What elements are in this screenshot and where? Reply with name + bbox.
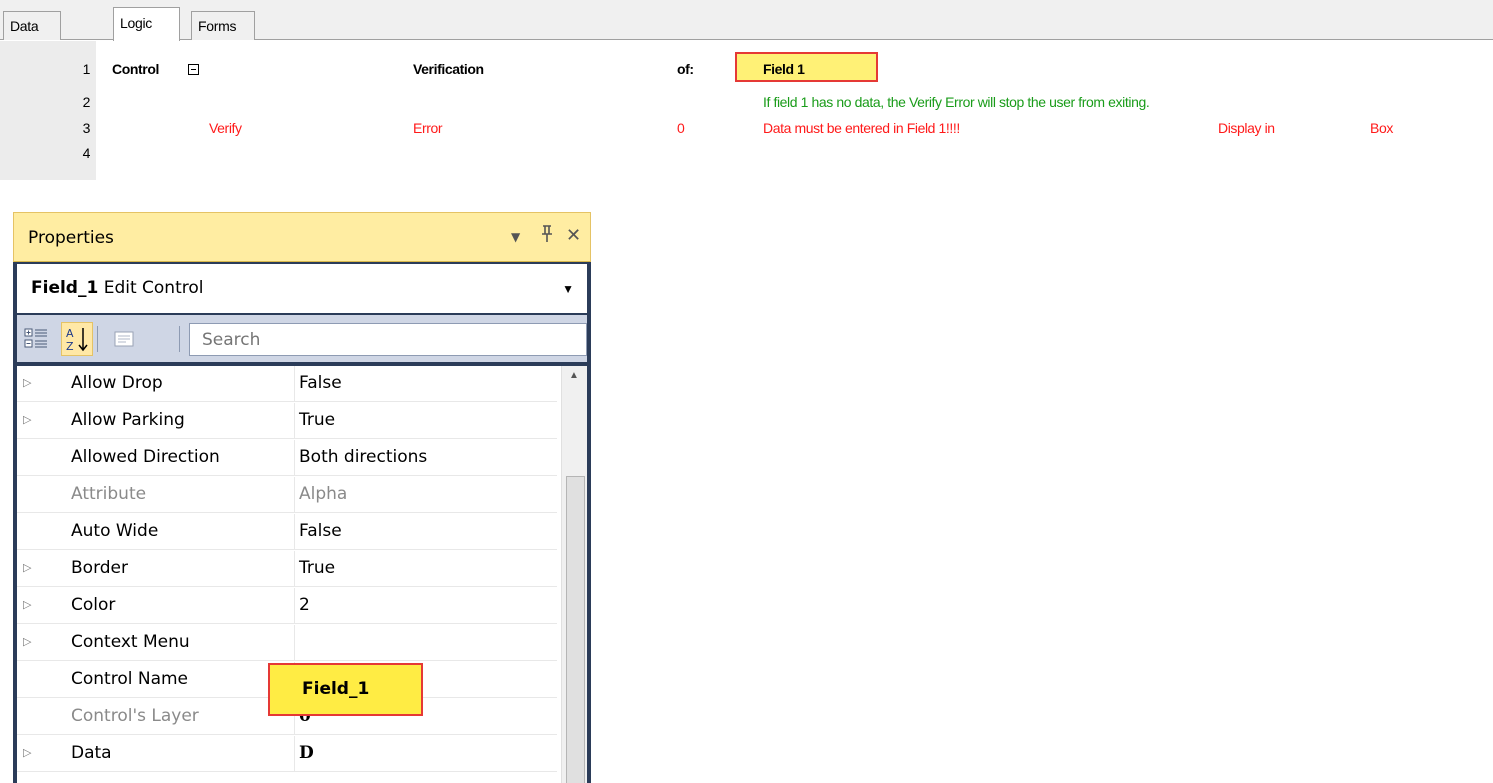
property-row-auto-wide[interactable]: Auto Wide False <box>17 514 557 550</box>
code-line-1[interactable]: 1 Control Verification of: Field 1 <box>0 58 1493 81</box>
panel-titlebar: Properties ▼ ✕ <box>13 212 591 262</box>
property-name: Allow Parking <box>71 410 185 430</box>
column-divider <box>294 588 295 624</box>
sort-alphabetical-icon[interactable]: A Z <box>61 322 93 356</box>
pin-icon[interactable] <box>540 225 554 248</box>
column-divider <box>294 477 295 513</box>
code-line-2[interactable]: 2 If field 1 has no data, the Verify Err… <box>0 91 1493 114</box>
expand-icon[interactable]: ▷ <box>23 413 31 426</box>
line-number: 1 <box>82 61 91 77</box>
command-verify: Verify <box>209 120 242 136</box>
object-name: Field_1 <box>31 278 99 298</box>
close-icon[interactable]: ✕ <box>566 225 581 246</box>
command-error: Error <box>413 120 443 136</box>
property-row-color[interactable]: ▷ Color 2 <box>17 588 557 624</box>
expand-icon[interactable]: ▷ <box>23 376 31 389</box>
toolbar-separator <box>97 326 98 352</box>
property-value: Alpha <box>299 484 348 504</box>
property-name: Allow Drop <box>71 373 163 393</box>
search-box[interactable] <box>189 323 587 356</box>
column-divider <box>294 440 295 476</box>
code-line-4[interactable]: 4 <box>0 142 1493 165</box>
expand-icon[interactable]: ▷ <box>23 746 31 759</box>
tab-forms[interactable]: Forms <box>191 11 255 40</box>
panel-title: Properties <box>28 228 114 248</box>
property-name: Data <box>71 743 112 763</box>
window-position-dropdown-icon[interactable]: ▼ <box>511 230 520 244</box>
property-name: Auto Wide <box>71 521 159 541</box>
control-name-value[interactable]: Field_1 <box>302 679 369 699</box>
tab-data-view[interactable]: Data View <box>3 11 61 63</box>
property-value[interactable]: False <box>299 521 342 541</box>
command-keyword: of: <box>677 61 694 77</box>
vertical-scrollbar[interactable]: ▲ <box>561 366 587 783</box>
svg-text:A: A <box>66 327 74 340</box>
column-divider <box>294 736 295 772</box>
property-name: Attribute <box>71 484 147 504</box>
command-keyword: Control <box>112 61 159 77</box>
logic-editor: Data View Logic Forms 1 Control Verifica… <box>0 0 1493 180</box>
error-number: 0 <box>677 120 685 136</box>
expand-icon[interactable]: ▷ <box>23 635 31 648</box>
column-divider <box>294 514 295 550</box>
scroll-thumb[interactable] <box>566 476 585 783</box>
object-type: Edit Control <box>103 278 204 298</box>
tab-strip: Data View Logic Forms <box>0 0 1493 63</box>
column-divider <box>294 551 295 587</box>
property-row-allow-drop[interactable]: ▷ Allow Drop False <box>17 366 557 402</box>
property-row-allowed-direction[interactable]: Allowed Direction Both directions <box>17 440 557 476</box>
comment-text: If field 1 has no data, the Verify Error… <box>763 94 1150 110</box>
toolbar-separator <box>179 326 180 352</box>
collapse-icon[interactable] <box>94 58 199 81</box>
property-value[interactable]: D <box>299 743 314 763</box>
property-value[interactable]: 2 <box>299 595 310 615</box>
property-row-attribute[interactable]: Attribute Alpha <box>17 477 557 513</box>
property-name: Border <box>71 558 128 578</box>
tab-logic[interactable]: Logic <box>113 7 180 41</box>
line-number: 2 <box>82 94 91 110</box>
search-input[interactable] <box>190 324 586 355</box>
chevron-down-icon[interactable]: ▼ <box>562 282 574 296</box>
property-value[interactable]: True <box>299 558 335 578</box>
control-name-highlight[interactable]: Field_1 <box>268 663 423 716</box>
property-value[interactable]: True <box>299 410 335 430</box>
property-value[interactable]: False <box>299 373 342 393</box>
property-pages-icon[interactable] <box>109 322 141 356</box>
line-number: 3 <box>82 120 91 136</box>
properties-toolbar: A Z <box>17 315 587 362</box>
property-name: Control's Layer <box>71 706 199 726</box>
property-grid: ▷ Allow Drop False ▷ Allow Parking True … <box>17 366 587 783</box>
display-box: Box <box>1370 120 1393 136</box>
code-line-3[interactable]: 3 Verify Error 0 Data must be entered in… <box>0 117 1493 140</box>
categorized-icon[interactable] <box>21 322 53 356</box>
property-row-context-menu[interactable]: ▷ Context Menu <box>17 625 557 661</box>
column-divider <box>294 403 295 439</box>
column-divider <box>294 625 295 661</box>
expand-icon[interactable]: ▷ <box>23 561 31 574</box>
object-selector[interactable]: Field_1 Edit Control ▼ <box>17 264 587 313</box>
property-name: Color <box>71 595 116 615</box>
error-message: Data must be entered in Field 1!!!! <box>763 120 960 136</box>
line-number: 4 <box>82 145 91 161</box>
expand-icon[interactable]: ▷ <box>23 598 31 611</box>
field-reference: Field 1 <box>763 61 805 77</box>
property-name: Context Menu <box>71 632 190 652</box>
display-option: Display in <box>1218 120 1275 136</box>
property-name: Allowed Direction <box>71 447 220 467</box>
property-name: Control Name <box>71 669 189 689</box>
command-keyword: Verification <box>413 61 484 77</box>
scroll-up-icon[interactable]: ▲ <box>569 370 579 381</box>
svg-text:Z: Z <box>66 340 74 353</box>
property-value[interactable]: Both directions <box>299 447 427 467</box>
object-label: Field_1 Edit Control <box>31 278 203 298</box>
property-row-allow-parking[interactable]: ▷ Allow Parking True <box>17 403 557 439</box>
column-divider <box>294 366 295 402</box>
property-row-data[interactable]: ▷ Data D <box>17 736 557 772</box>
property-row-border[interactable]: ▷ Border True <box>17 551 557 587</box>
